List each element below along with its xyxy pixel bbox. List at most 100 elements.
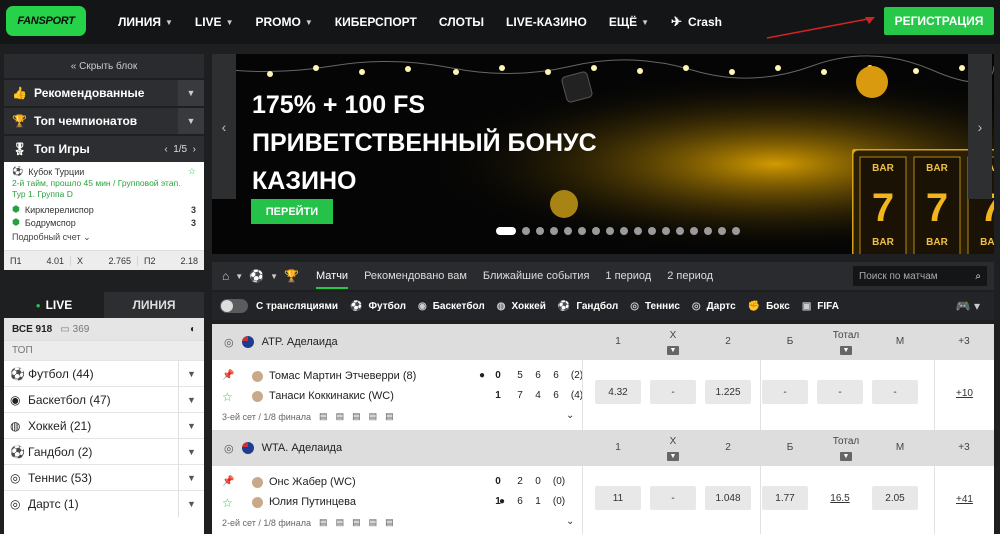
sport-item[interactable]: ◍ Хоккей (21) ▼ bbox=[4, 412, 204, 439]
hide-block-button[interactable]: « Скрыть блок bbox=[4, 54, 204, 78]
pin-icon[interactable]: 📌 bbox=[222, 476, 234, 487]
banner-prev-button[interactable]: ‹ bbox=[212, 54, 236, 199]
odds-button[interactable]: - bbox=[817, 380, 863, 404]
chevron-down-icon[interactable]: ▼ bbox=[178, 490, 204, 517]
slide-dot[interactable] bbox=[620, 227, 628, 235]
league-title[interactable]: ◎ WTA. Аделаида bbox=[224, 442, 342, 455]
filter-handball[interactable]: ⚽ Гандбол bbox=[558, 301, 618, 312]
odds-button[interactable]: 1.225 bbox=[705, 380, 751, 404]
pin-icon[interactable]: 📌 bbox=[222, 370, 234, 381]
top-games-pager[interactable]: ‹ 1/5 › bbox=[164, 144, 196, 155]
chart-icon[interactable]: ▤ bbox=[352, 517, 361, 528]
register-button[interactable]: РЕГИСТРАЦИЯ bbox=[884, 7, 994, 35]
odds-button[interactable]: 1.048 bbox=[705, 486, 751, 510]
filter-hockey[interactable]: ◍ Хоккей bbox=[497, 301, 546, 312]
sport-item[interactable]: ⚽ Футбол (44) ▼ bbox=[4, 360, 204, 387]
odds-button[interactable]: 1.77 bbox=[762, 486, 808, 510]
football-icon[interactable]: ⚽ bbox=[249, 269, 264, 283]
match-row[interactable]: 📌 ☆ Онс Жабер (WC) Юлия Путинцева ● 0 1 2 0 (0) 6 1… bbox=[212, 466, 994, 534]
bar-chart-icon[interactable]: ▤ bbox=[336, 411, 345, 422]
tab-upcoming[interactable]: Ближайшие события bbox=[483, 270, 590, 282]
slide-dot[interactable] bbox=[578, 227, 586, 235]
tab-period-1[interactable]: 1 период bbox=[605, 270, 651, 282]
chevron-down-icon[interactable]: ▼ bbox=[667, 346, 679, 355]
banner-go-button[interactable]: ПЕРЕЙТИ bbox=[251, 199, 333, 224]
chevron-down-icon[interactable]: ▼ bbox=[178, 108, 204, 134]
slide-dot[interactable] bbox=[662, 227, 670, 235]
slide-dot[interactable] bbox=[648, 227, 656, 235]
tab-line[interactable]: ЛИНИЯ bbox=[104, 292, 204, 318]
tab-period-2[interactable]: 2 период bbox=[667, 270, 713, 282]
match-row[interactable]: 📌 ☆ Томас Мартин Этчеверри (8) Танаси Кокки… bbox=[212, 360, 994, 430]
slide-dot[interactable] bbox=[606, 227, 614, 235]
odds-button[interactable]: - bbox=[650, 380, 696, 404]
stream-toggle[interactable] bbox=[220, 299, 248, 313]
all-sports-row[interactable]: ВСЕ 918 ▭ 369 ◐ bbox=[4, 318, 204, 340]
more-markets-link[interactable]: +41 bbox=[956, 494, 973, 505]
nav-esports[interactable]: КИБЕРСПОРТ bbox=[335, 15, 417, 29]
top-championships-section[interactable]: 🏆 Топ чемпионатов ▼ bbox=[4, 108, 204, 134]
filter-fifa[interactable]: ▣ FIFA bbox=[802, 301, 839, 312]
nav-more[interactable]: ЕЩЁ ▼ bbox=[609, 15, 649, 29]
odds-button[interactable]: 11 bbox=[595, 486, 641, 510]
stats-icon[interactable]: ▤ bbox=[319, 411, 328, 422]
odds-button[interactable]: - bbox=[650, 486, 696, 510]
odds-button[interactable]: - bbox=[762, 380, 808, 404]
sport-item[interactable]: ◎ Дартс (1) ▼ bbox=[4, 490, 204, 517]
favorite-star-icon[interactable]: ☆ bbox=[188, 166, 196, 177]
chevron-down-icon[interactable]: ▼ bbox=[667, 452, 679, 461]
slide-dot[interactable] bbox=[718, 227, 726, 235]
chevron-down-icon[interactable]: ⌄ bbox=[566, 410, 574, 421]
detailed-score-link[interactable]: Подробный счет ⌄ bbox=[12, 232, 196, 243]
sport-item[interactable]: ◉ Баскетбол (47) ▼ bbox=[4, 386, 204, 413]
chevron-down-icon[interactable]: ▼ bbox=[178, 412, 204, 439]
chevron-down-icon[interactable]: ▼ bbox=[840, 346, 852, 355]
slide-dot[interactable] bbox=[732, 227, 740, 235]
slide-dot[interactable] bbox=[550, 227, 558, 235]
match-search-input[interactable]: Поиск по матчам ⌕ bbox=[853, 266, 987, 286]
top-game-card[interactable]: ⚽ Кубок Турции ☆ 2-й тайм, прошло 45 мин /… bbox=[4, 162, 204, 250]
bracket-icon[interactable]: ▤ bbox=[385, 411, 394, 422]
chevron-down-icon[interactable]: ▼ bbox=[178, 438, 204, 465]
nav-live[interactable]: LIVE ▼ bbox=[195, 15, 234, 29]
nav-live-casino[interactable]: LIVE-КАЗИНО bbox=[506, 15, 587, 29]
recommended-section[interactable]: 👍 Рекомендованные ▼ bbox=[4, 80, 204, 106]
tab-matches[interactable]: Матчи bbox=[316, 270, 349, 289]
filter-boxing[interactable]: ✊ Бокс bbox=[748, 301, 790, 312]
chart-icon[interactable]: ▤ bbox=[369, 411, 378, 422]
stats-icon[interactable]: ▤ bbox=[319, 517, 328, 528]
slide-dot[interactable] bbox=[676, 227, 684, 235]
home-icon[interactable]: ⌂ bbox=[222, 269, 229, 283]
slide-dot[interactable] bbox=[690, 227, 698, 235]
slide-dot[interactable] bbox=[496, 227, 516, 235]
odds-button[interactable]: 16.5 bbox=[817, 486, 863, 510]
sport-item[interactable]: ⚽ Гандбол (2) ▼ bbox=[4, 438, 204, 465]
bar-chart-icon[interactable]: ▤ bbox=[336, 517, 345, 528]
sport-item[interactable]: ◎ Теннис (53) ▼ bbox=[4, 464, 204, 491]
nav-crash[interactable]: ✈ Crash bbox=[671, 14, 722, 30]
chevron-down-icon[interactable]: ▼ bbox=[178, 80, 204, 106]
slide-dot[interactable] bbox=[592, 227, 600, 235]
favorite-star-icon[interactable]: ☆ bbox=[222, 496, 233, 510]
slide-dot[interactable] bbox=[536, 227, 544, 235]
chevron-down-icon[interactable]: ⌄ bbox=[566, 516, 574, 527]
odd-cell[interactable]: X 2.765 bbox=[71, 255, 138, 266]
chevron-down-icon[interactable]: ▼ bbox=[178, 360, 204, 387]
filter-tennis[interactable]: ◎ Теннис bbox=[630, 301, 680, 312]
nav-line[interactable]: ЛИНИЯ ▼ bbox=[118, 15, 173, 29]
chevron-down-icon[interactable]: ▼ bbox=[840, 452, 852, 461]
slide-dot[interactable] bbox=[634, 227, 642, 235]
odd-cell[interactable]: П1 4.01 bbox=[4, 255, 71, 266]
gamepad-icon[interactable]: 🎮 ▾ bbox=[956, 299, 980, 313]
search-icon[interactable]: ⌕ bbox=[975, 271, 981, 282]
league-title[interactable]: ◎ ATP. Аделаида bbox=[224, 336, 338, 349]
tab-live[interactable]: ● LIVE bbox=[4, 292, 104, 318]
chart-icon[interactable]: ▤ bbox=[369, 517, 378, 528]
odds-button[interactable]: 4.32 bbox=[595, 380, 641, 404]
globe-icon[interactable]: ◐ bbox=[190, 324, 196, 335]
bracket-icon[interactable]: ▤ bbox=[385, 517, 394, 528]
filter-darts[interactable]: ◎ Дартс bbox=[692, 301, 736, 312]
banner-next-button[interactable]: › bbox=[968, 54, 992, 199]
nav-slots[interactable]: СЛОТЫ bbox=[439, 15, 484, 29]
slide-dot[interactable] bbox=[704, 227, 712, 235]
